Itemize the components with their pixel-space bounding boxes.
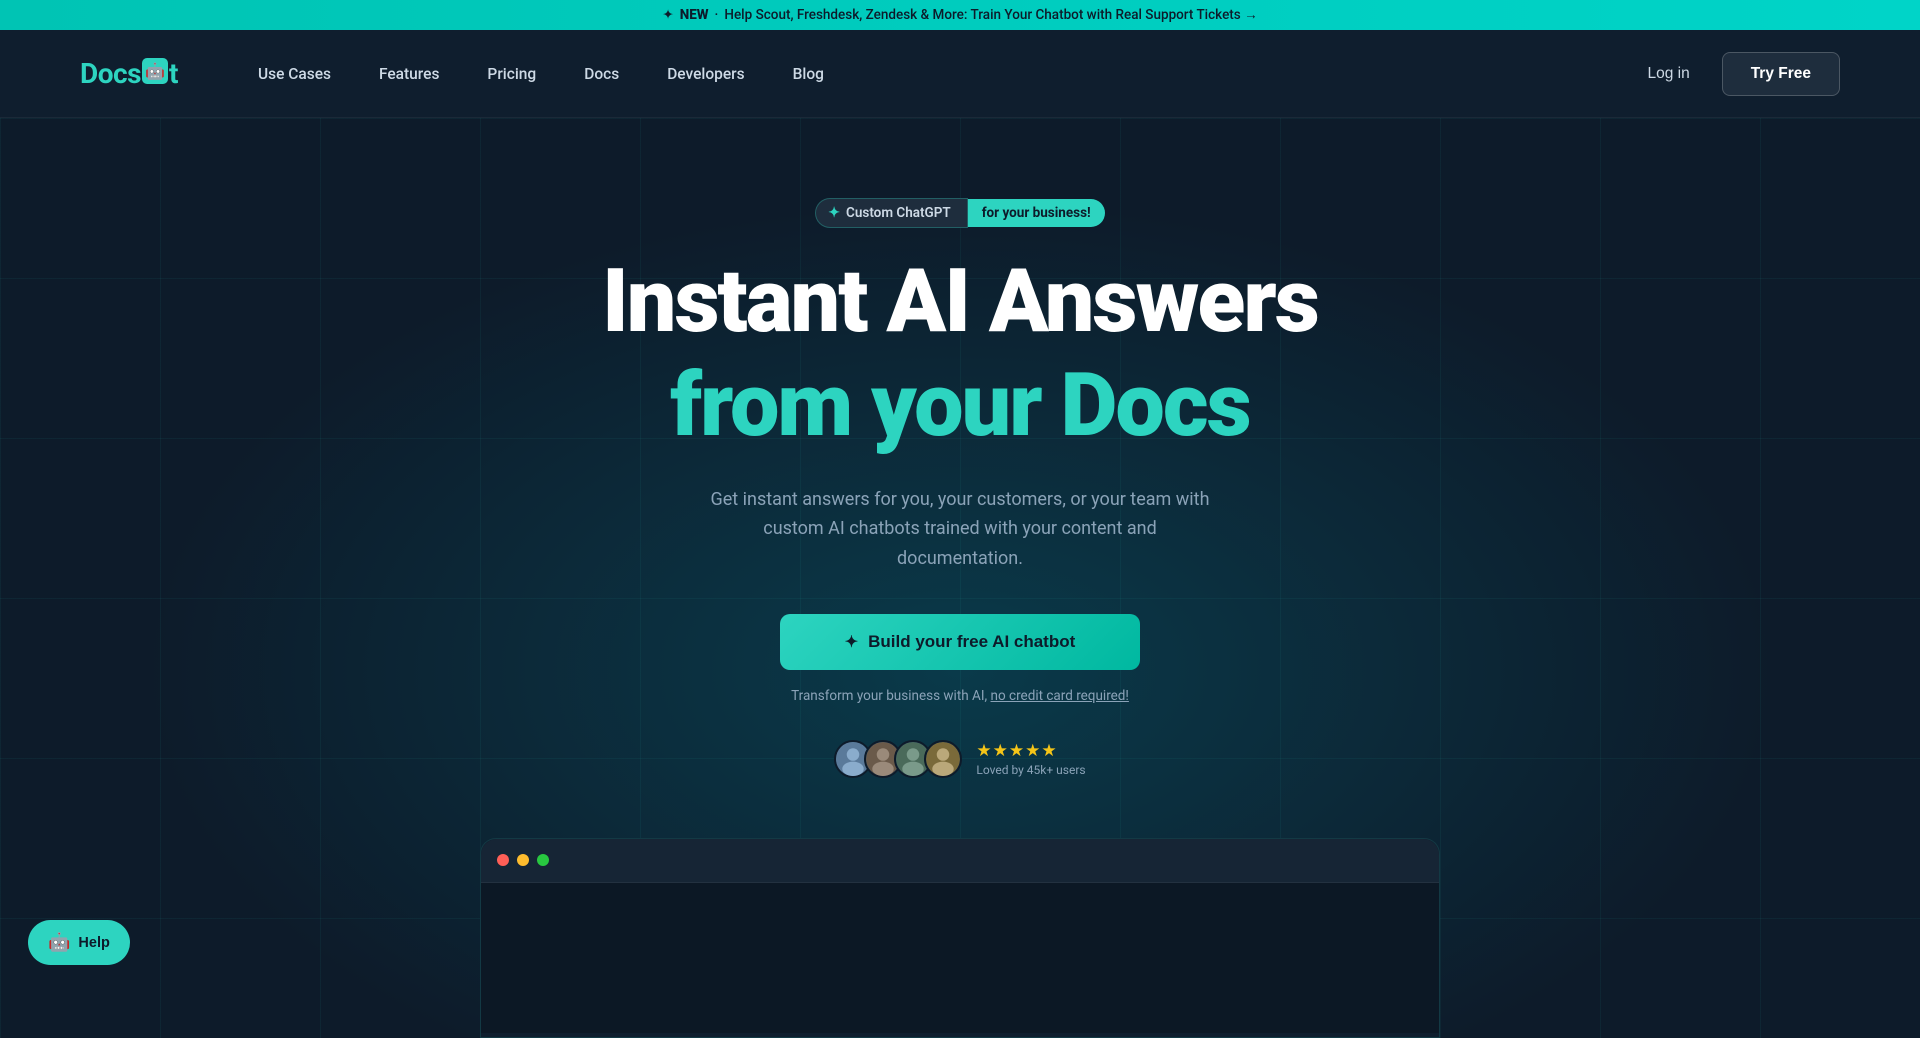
sparkle-icon: ✦ xyxy=(662,7,673,23)
cta-subtext: Transform your business with AI, no cred… xyxy=(791,688,1129,704)
social-proof: ★★★★★ Loved by 45k+ users xyxy=(834,740,1085,778)
nav-link-docs[interactable]: Docs xyxy=(564,55,639,93)
badge-sparkle-icon: ✦ xyxy=(828,205,840,221)
window-dot-close xyxy=(497,854,509,866)
preview-window xyxy=(480,838,1440,1038)
stars-display: ★★★★★ xyxy=(976,741,1085,761)
hero-title-main: Instant AI Answers xyxy=(602,256,1318,348)
nav-actions: Log in Try Free xyxy=(1631,52,1840,96)
preview-window-header xyxy=(481,839,1439,883)
new-badge: NEW xyxy=(680,7,709,23)
nav-links: Use Cases Features Pricing Docs Develope… xyxy=(238,55,1631,93)
login-button[interactable]: Log in xyxy=(1631,55,1705,93)
hero-section: ✦ Custom ChatGPT for your business! Inst… xyxy=(0,118,1920,1038)
preview-window-body xyxy=(481,883,1439,1033)
nav-link-use-cases[interactable]: Use Cases xyxy=(238,55,351,93)
help-label: Help xyxy=(78,935,109,951)
announcement-banner[interactable]: ✦ NEW · Help Scout, Freshdesk, Zendesk &… xyxy=(0,0,1920,30)
hero-badge: ✦ Custom ChatGPT for your business! xyxy=(815,198,1104,228)
cta-sparkle-icon: ✦ xyxy=(845,632,858,652)
help-widget-button[interactable]: 🤖 Help xyxy=(28,920,130,965)
nav-link-features[interactable]: Features xyxy=(359,55,459,93)
cta-label: Build your free AI chatbot xyxy=(868,632,1075,652)
nav-link-pricing[interactable]: Pricing xyxy=(467,55,556,93)
announcement-link[interactable]: Help Scout, Freshdesk, Zendesk & More: T… xyxy=(724,7,1257,23)
rating-text: Loved by 45k+ users xyxy=(976,763,1085,777)
hero-description: Get instant answers for you, your custom… xyxy=(700,485,1220,574)
window-dot-minimize xyxy=(517,854,529,866)
no-credit-card-link[interactable]: no credit card required! xyxy=(991,688,1129,704)
navbar: Docst Use Cases Features Pricing Docs De… xyxy=(0,30,1920,118)
help-bot-icon: 🤖 xyxy=(48,932,70,953)
nav-link-developers[interactable]: Developers xyxy=(647,55,764,93)
cta-button[interactable]: ✦ Build your free AI chatbot xyxy=(780,614,1140,670)
nav-link-blog[interactable]: Blog xyxy=(773,55,844,93)
window-dot-maximize xyxy=(537,854,549,866)
logo-text: Docst xyxy=(80,57,178,90)
avatars xyxy=(834,740,962,778)
badge-left: ✦ Custom ChatGPT xyxy=(815,198,967,228)
rating-block: ★★★★★ Loved by 45k+ users xyxy=(976,741,1085,777)
logo-bot-icon xyxy=(142,58,168,84)
hero-title-sub: from your Docs xyxy=(670,360,1250,452)
logo[interactable]: Docst xyxy=(80,57,178,90)
avatar xyxy=(924,740,962,778)
try-free-button[interactable]: Try Free xyxy=(1722,52,1840,96)
separator: · xyxy=(715,7,719,23)
badge-right: for your business! xyxy=(968,199,1105,227)
